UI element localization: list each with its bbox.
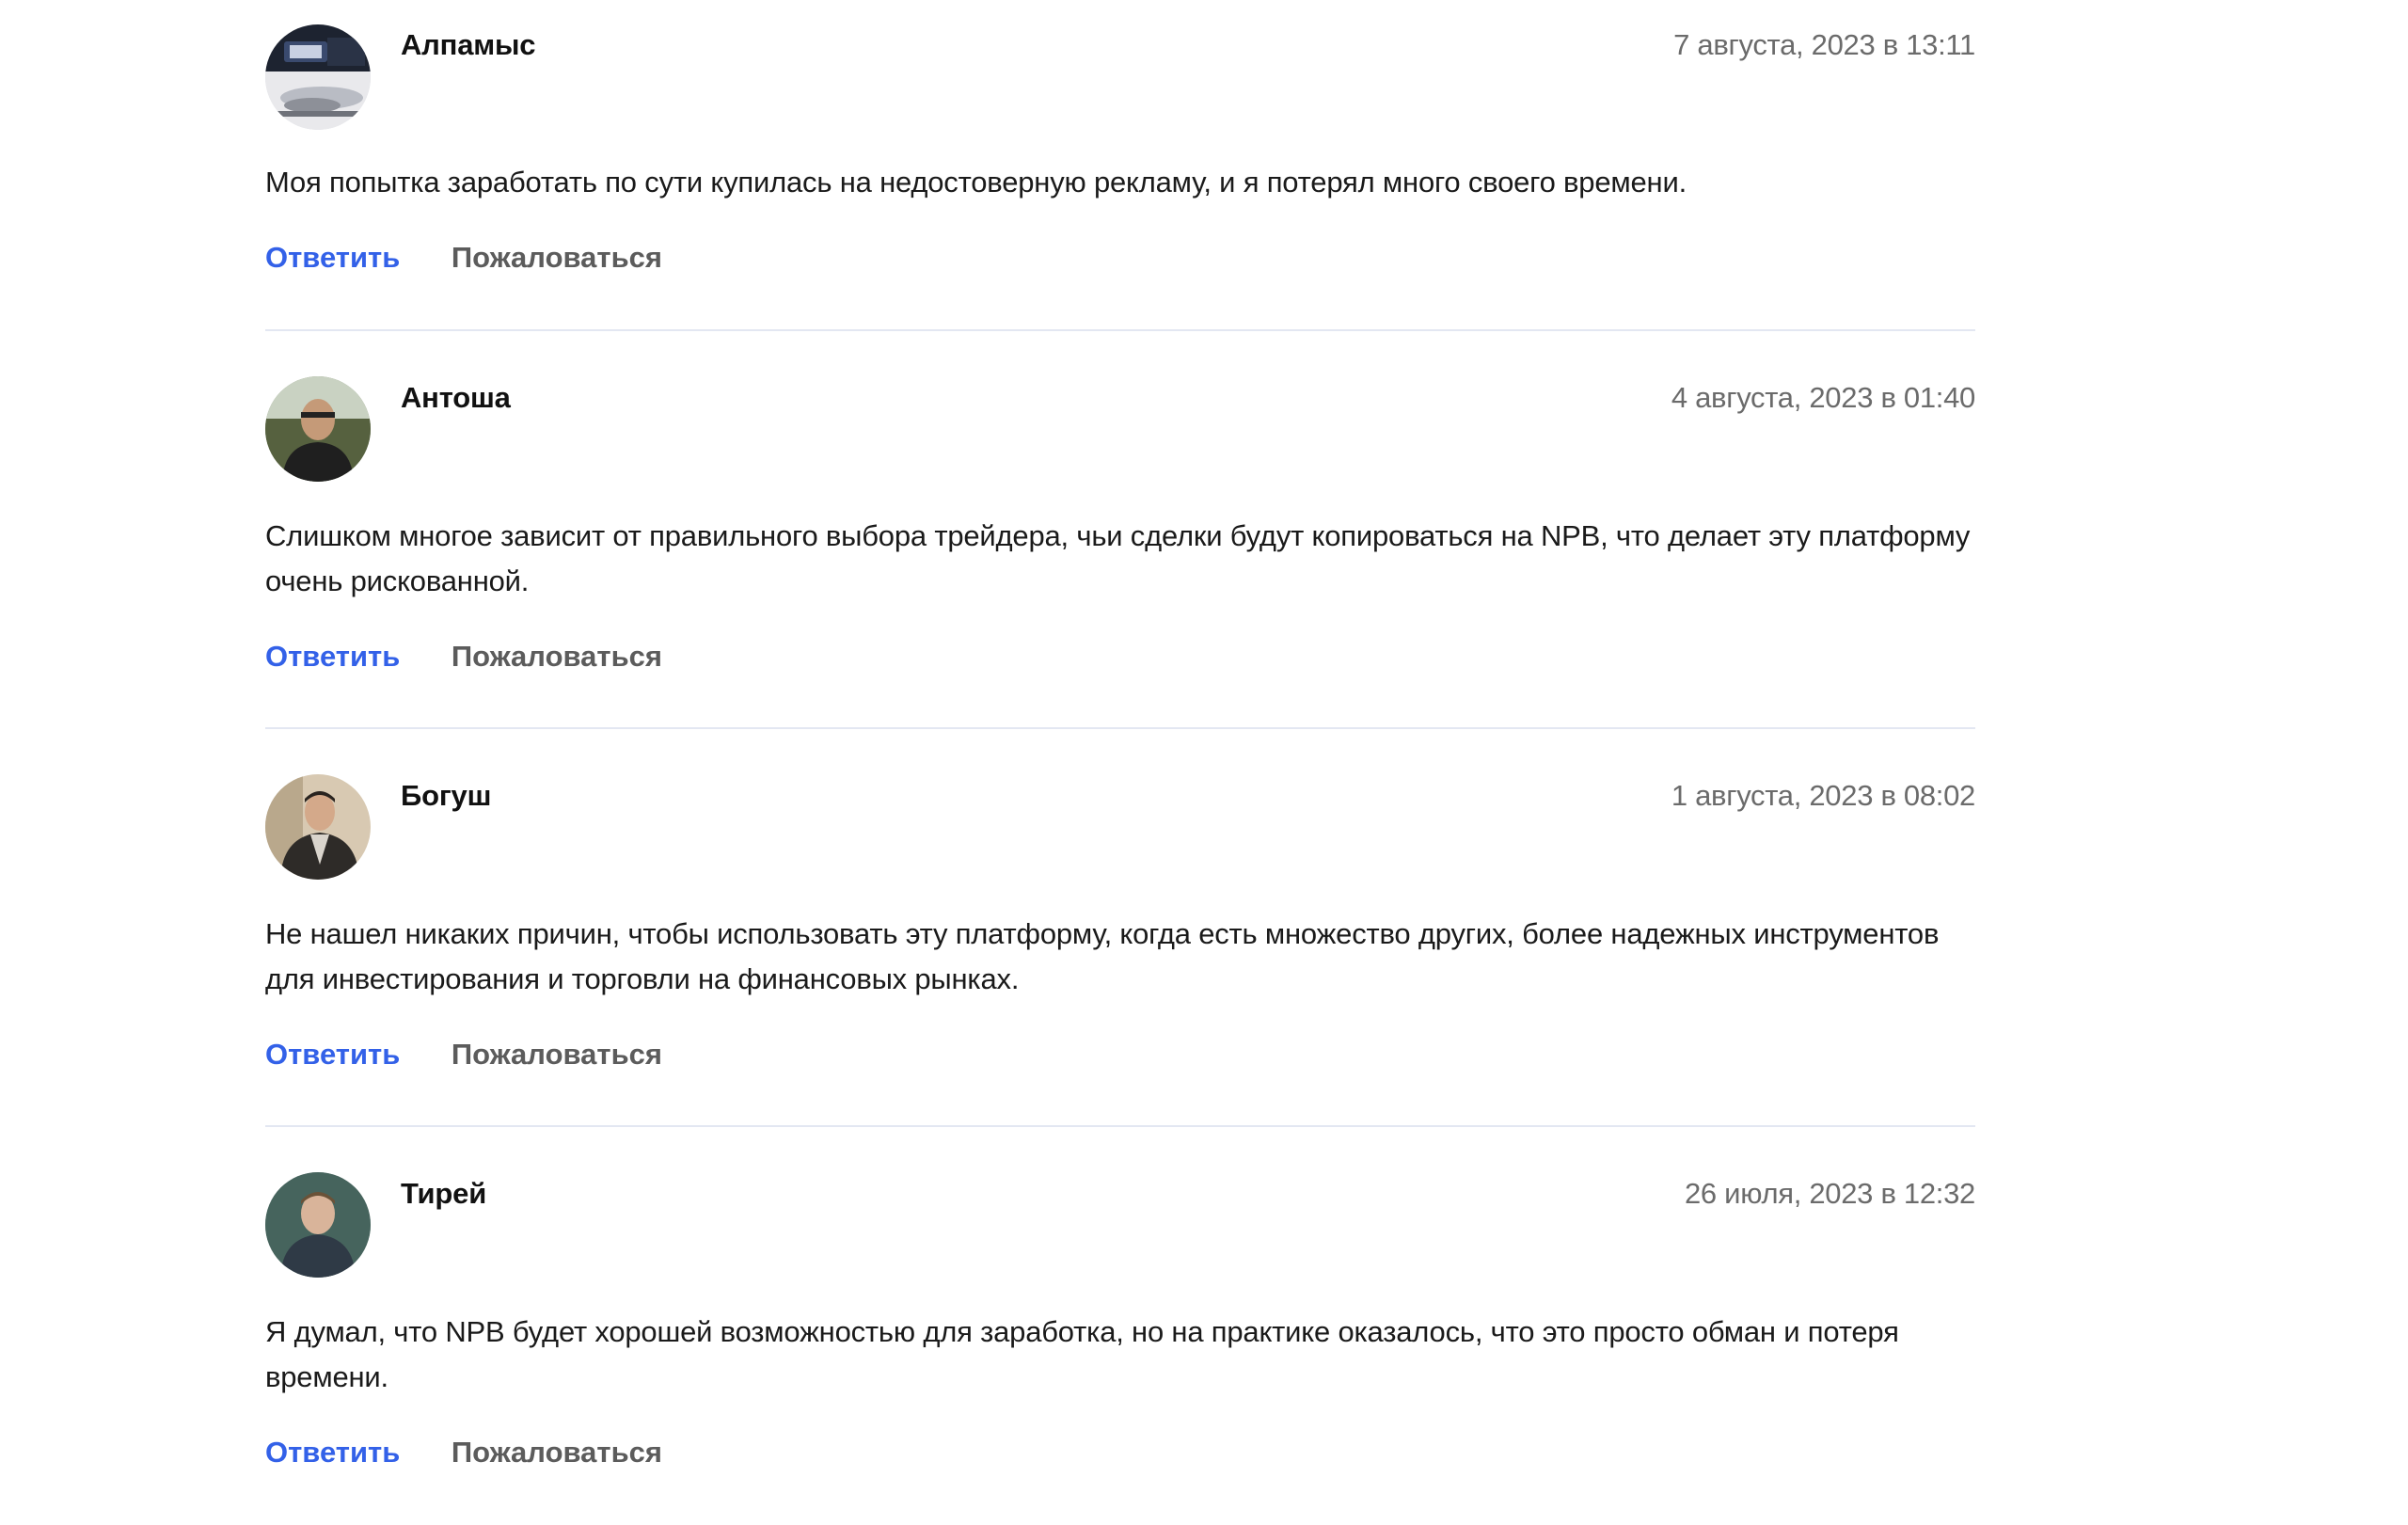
report-link[interactable]: Пожаловаться — [452, 1436, 662, 1469]
avatar — [265, 774, 371, 880]
comment-actions: Ответить Пожаловаться — [265, 1436, 662, 1469]
comment-text: Моя попытка заработать по сути купилась … — [265, 166, 1687, 199]
comment-item: Антоша 4 августа, 2023 в 01:40 Слишком м… — [265, 331, 1975, 729]
comment-author: Богуш — [401, 779, 492, 812]
comment-text: Я думал, что NPB будет хорошей возможнос… — [265, 1315, 1899, 1393]
reply-link[interactable]: Ответить — [265, 1038, 400, 1071]
comment-text: Не нашел никаких причин, чтобы использов… — [265, 917, 1940, 995]
comment-item: Богуш 1 августа, 2023 в 08:02 Не нашел н… — [265, 729, 1975, 1127]
comment-date: 1 августа, 2023 в 08:02 — [1671, 779, 1975, 812]
comment-date: 26 июля, 2023 в 12:32 — [1684, 1177, 1975, 1210]
comment-author: Тирей — [401, 1177, 487, 1210]
avatar — [265, 376, 371, 482]
avatar — [265, 24, 371, 130]
reply-link[interactable]: Ответить — [265, 241, 400, 274]
reply-link[interactable]: Ответить — [265, 1436, 400, 1469]
comment-date: 7 августа, 2023 в 13:11 — [1673, 28, 1975, 61]
person-photo-icon — [265, 774, 371, 880]
comment-item: Тирей 26 июля, 2023 в 12:32 Я думал, что… — [265, 1127, 1975, 1525]
comment-date: 4 августа, 2023 в 01:40 — [1671, 381, 1975, 414]
comments-list: Алпамыс 7 августа, 2023 в 13:11 Моя попы… — [265, 0, 1975, 1525]
comment-author: Антоша — [401, 381, 511, 414]
comment-actions: Ответить Пожаловаться — [265, 241, 662, 275]
report-link[interactable]: Пожаловаться — [452, 1038, 662, 1071]
report-link[interactable]: Пожаловаться — [452, 241, 662, 274]
comment-item: Алпамыс 7 августа, 2023 в 13:11 Моя попы… — [265, 0, 1975, 331]
person-photo-icon — [265, 1172, 371, 1278]
report-link[interactable]: Пожаловаться — [452, 640, 662, 673]
avatar — [265, 1172, 371, 1278]
comment-author: Алпамыс — [401, 28, 536, 61]
person-photo-icon — [265, 376, 371, 482]
reply-link[interactable]: Ответить — [265, 640, 400, 673]
comment-text: Слишком многое зависит от правильного вы… — [265, 519, 1971, 597]
car-photo-icon — [265, 24, 371, 130]
comment-actions: Ответить Пожаловаться — [265, 640, 662, 674]
comment-actions: Ответить Пожаловаться — [265, 1038, 662, 1072]
